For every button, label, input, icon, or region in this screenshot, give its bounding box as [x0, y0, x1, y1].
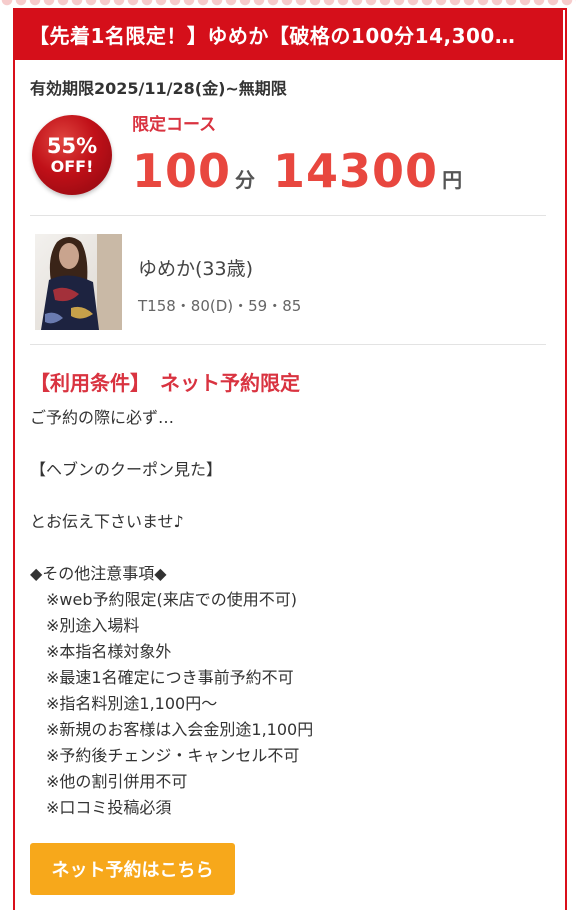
cast-photo[interactable] [35, 234, 122, 330]
cast-measurements: T158・80(D)・59・85 [138, 297, 302, 315]
note-item: ※web予約限定(来店での使用不可) [46, 590, 297, 609]
conditions-line [30, 483, 550, 509]
course-price: 14300 [273, 144, 439, 198]
divider [30, 344, 546, 345]
conditions-line: 【ヘブンのクーポン見た】 [30, 460, 223, 479]
note-item: ※最速1名確定につき事前予約不可 [46, 668, 294, 687]
price-unit: 円 [442, 168, 463, 192]
conditions-line [30, 431, 550, 457]
conditions-line: ご予約の際に必ず… [30, 408, 175, 427]
note-item: ※別途入場料 [46, 616, 140, 635]
conditions-heading: 【利用条件】 ネット予約限定 [30, 371, 300, 395]
cast-name[interactable]: ゆめか(33歳) [138, 254, 253, 281]
coupon-title-banner[interactable]: 【先着1名限定！】ゆめか【破格の100分14,300… [13, 8, 563, 60]
note-item: ※新規のお客様は入会金別途1,100円 [46, 720, 314, 739]
price-row: 100 分 14300 円 [132, 144, 462, 204]
note-item: ※指名料別途1,100円〜 [46, 694, 218, 713]
validity-period: 有効期限2025/11/28(金)~無期限 [30, 79, 287, 98]
note-item: ※予約後チェンジ・キャンセル不可 [46, 746, 300, 765]
course-duration: 100 [132, 144, 232, 198]
conditions-line [30, 535, 550, 561]
cast-photo-image [35, 234, 122, 330]
duration-unit: 分 [235, 168, 256, 192]
discount-off-label: OFF! [50, 156, 94, 176]
divider [30, 215, 546, 216]
coupon-title: 【先着1名限定！】ゆめか【破格の100分14,300… [29, 23, 516, 48]
note-item: ※口コミ投稿必須 [46, 798, 172, 817]
conditions-line: とお伝え下さいませ♪ [30, 512, 184, 531]
conditions-body: ご予約の際に必ず… 【ヘブンのクーポン見た】 とお伝え下さいませ♪ ◆その他注意… [30, 405, 550, 821]
note-item: ※他の割引併用不可 [46, 772, 188, 791]
course-label: 限定コース [132, 115, 217, 135]
discount-percent: 55% [46, 133, 98, 158]
net-reservation-button[interactable]: ネット予約はこちら [30, 843, 235, 895]
discount-badge: 55% OFF! [32, 115, 112, 195]
note-item: ※本指名様対象外 [46, 642, 172, 661]
notes-heading: ◆その他注意事項◆ [30, 564, 167, 583]
